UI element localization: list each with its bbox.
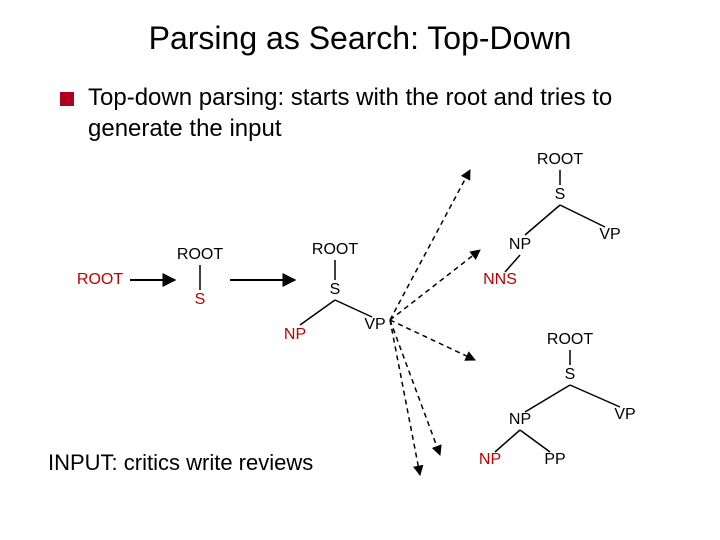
t3-root: ROOT xyxy=(537,151,583,169)
t3-vp: VP xyxy=(599,226,620,244)
t2-np: NP xyxy=(284,326,306,344)
t4-pp: PP xyxy=(544,451,565,469)
description-text: Top-down parsing: starts with the root a… xyxy=(88,82,668,144)
t4-np2: NP xyxy=(479,451,501,469)
t3-nns: NNS xyxy=(483,271,517,289)
t1-root: ROOT xyxy=(177,246,223,264)
t4-root: ROOT xyxy=(547,331,593,349)
t4-s: S xyxy=(565,366,576,384)
t3-np: NP xyxy=(509,236,531,254)
t4-vp: VP xyxy=(614,406,635,424)
t2-s: S xyxy=(330,281,341,299)
t4-np: NP xyxy=(509,411,531,429)
input-line: INPUT: critics write reviews xyxy=(48,450,313,476)
t0-root: ROOT xyxy=(77,271,123,289)
t2-root: ROOT xyxy=(312,241,358,259)
t3-s: S xyxy=(555,186,566,204)
page-title: Parsing as Search: Top-Down xyxy=(0,20,720,57)
t2-vp: VP xyxy=(364,316,385,334)
bullet-icon xyxy=(60,92,74,106)
t1-s: S xyxy=(195,291,206,309)
